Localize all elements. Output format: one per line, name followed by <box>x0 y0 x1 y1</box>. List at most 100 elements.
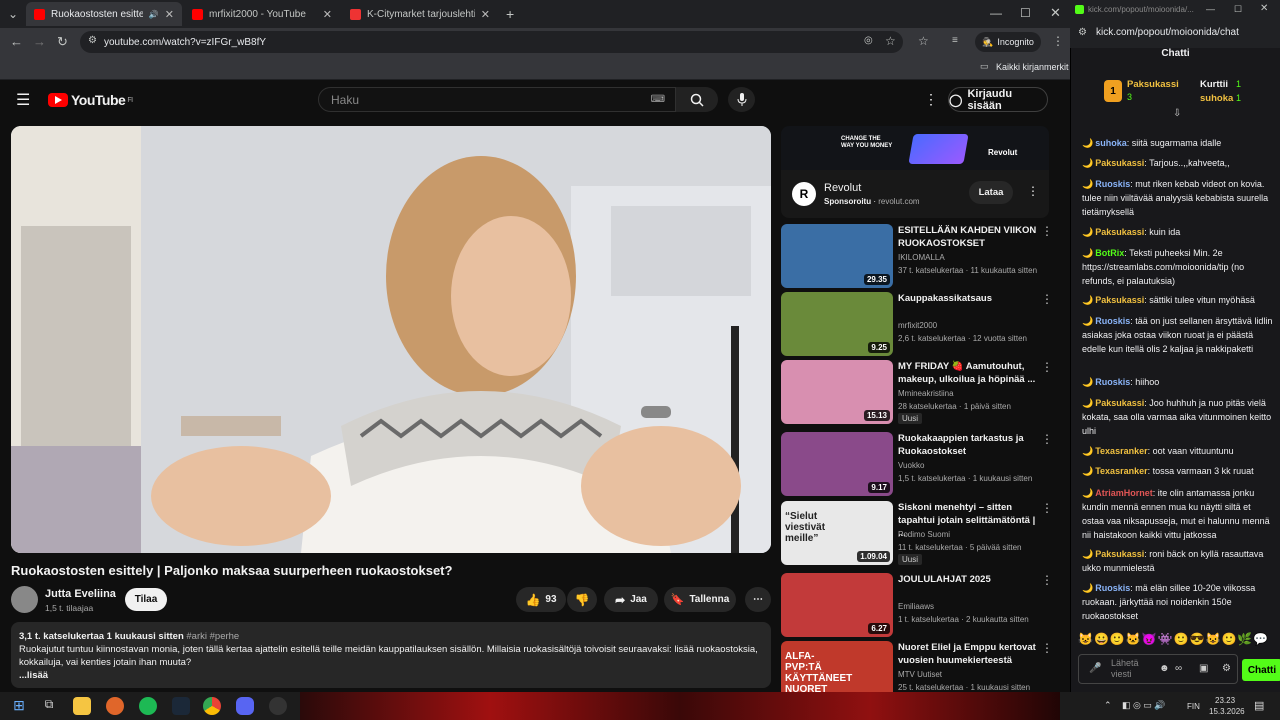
chat-close-icon[interactable]: ✕ <box>1260 3 1268 14</box>
recommended-menu-icon[interactable]: ⋮ <box>1041 641 1053 655</box>
tab-audio-icon[interactable]: 🔊 <box>149 10 159 19</box>
tab-close-icon[interactable]: ✕ <box>165 8 174 21</box>
chat-username[interactable]: Ruoskis <box>1095 316 1130 326</box>
recommended-video[interactable]: 6.27 JOULULAHJAT 2025 Emiliaaws 1 t. katsel… <box>781 573 1053 637</box>
emote-picker-icon[interactable]: ☻ <box>1159 663 1170 674</box>
firefox-icon[interactable] <box>106 697 124 715</box>
recommended-title[interactable]: Kauppakassikatsaus <box>898 292 1038 305</box>
chat-username[interactable]: Paksukassi <box>1095 549 1144 559</box>
ad-banner[interactable]: CHANGE THE WAY YOU MONEY Revolut <box>781 126 1049 170</box>
chat-maximize-icon[interactable]: ☐ <box>1234 4 1242 15</box>
minimize-icon[interactable]: — <box>990 6 1002 20</box>
chat-username[interactable]: AtriamHornet <box>1095 488 1153 498</box>
recommended-menu-icon[interactable]: ⋮ <box>1041 501 1053 515</box>
recommended-channel[interactable]: Mmineakristiina <box>898 389 954 398</box>
video-thumbnail[interactable]: 15.13 <box>781 360 893 424</box>
browser-tab[interactable]: Ruokaostosten esittely | Pa 🔊 ✕ <box>26 2 182 26</box>
recommended-title[interactable]: Ruokakaappien tarkastus ja Ruokaostokset <box>898 432 1038 458</box>
recommended-channel[interactable]: mrfixit2000 <box>898 321 937 330</box>
keyboard-icon[interactable]: ⌨ <box>651 94 665 105</box>
share-button[interactable]: ➦ Jaa <box>604 587 658 612</box>
ad-card[interactable]: R Revolut Sponsoroitu · revolut.com Lata… <box>781 170 1049 218</box>
leader-3-name[interactable]: suhoka <box>1200 93 1233 104</box>
description-tags[interactable]: #arki #perhe <box>186 631 239 642</box>
chat-username[interactable]: Paksukassi <box>1095 295 1144 305</box>
chat-minimize-icon[interactable]: — <box>1206 4 1215 14</box>
video-thumbnail[interactable]: 6.27 <box>781 573 893 637</box>
close-window-icon[interactable]: ✕ <box>1050 5 1061 21</box>
pin-icon[interactable]: ⇩ <box>1173 108 1181 119</box>
task-view-icon[interactable]: ⧉ <box>40 697 58 715</box>
tray-chevron-icon[interactable]: ⌃ <box>1104 700 1112 711</box>
start-icon[interactable]: ⊞ <box>10 697 28 715</box>
search-button[interactable] <box>676 87 718 112</box>
new-tab-icon[interactable]: + <box>506 6 514 22</box>
recommended-video[interactable]: “Sielut viestivät meille” 1.09.04 Siskoni … <box>781 501 1053 565</box>
language-indicator[interactable]: FIN <box>1187 702 1200 711</box>
more-actions-button[interactable]: ⋯ <box>745 587 771 612</box>
chat-settings-icon[interactable]: ⚙ <box>1078 27 1087 38</box>
emote-bar[interactable]: 😺😀🙂🐱😈👾🙂😎😺🙂🌿💬 <box>1078 632 1269 646</box>
file-explorer-icon[interactable] <box>73 697 91 715</box>
tab-close-icon[interactable]: ✕ <box>323 8 332 21</box>
sign-in-button[interactable]: ◯ Kirjaudu sisään <box>948 87 1048 112</box>
browser-tab[interactable]: K-Citymarket tarjouslehti ✕ <box>342 2 498 26</box>
obs-icon[interactable] <box>269 697 287 715</box>
recommended-menu-icon[interactable]: ⋮ <box>1041 432 1053 446</box>
leader-1-name[interactable]: Paksukassi <box>1127 79 1179 90</box>
url-field[interactable]: youtube.com/watch?v=zIFGr_wB8fY <box>80 31 903 53</box>
reading-list-icon[interactable]: ≡ <box>952 35 958 46</box>
mic-icon[interactable]: 🎤 <box>1089 663 1101 674</box>
voice-search-button[interactable] <box>728 87 755 112</box>
browser-menu-icon[interactable]: ⋮ <box>1052 34 1064 48</box>
chat-send-button[interactable]: Chatti <box>1242 659 1280 681</box>
gift-icon[interactable]: ▣ <box>1199 663 1208 674</box>
chat-username[interactable]: suhoka <box>1095 138 1127 148</box>
youtube-logo[interactable]: YouTube FI <box>48 92 133 108</box>
video-thumbnail[interactable]: 9.25 <box>781 292 893 356</box>
site-info-icon[interactable]: ⚙ <box>88 35 97 46</box>
recommended-channel[interactable]: Vuokko <box>898 461 924 470</box>
link-icon[interactable]: ∞ <box>1175 663 1182 674</box>
recommended-title[interactable]: ESITELLÄÄN KAHDEN VIIKON RUOKAOSTOKSET <box>898 224 1038 250</box>
notification-icon[interactable]: ▤ <box>1254 699 1264 712</box>
incognito-badge[interactable]: 🕵 Incognito <box>975 32 1041 52</box>
forward-icon[interactable]: → <box>33 34 46 49</box>
description-box[interactable]: 3,1 t. katselukertaa 1 kuukausi sitten #… <box>11 622 771 688</box>
chat-username[interactable]: Texasranker <box>1095 466 1147 476</box>
channel-avatar[interactable] <box>11 586 38 613</box>
chat-username[interactable]: Ruoskis <box>1095 179 1130 189</box>
spotify-icon[interactable] <box>139 697 157 715</box>
maximize-icon[interactable]: ☐ <box>1020 6 1031 20</box>
channel-name[interactable]: Jutta Eveliina <box>45 588 116 600</box>
extensions-icon[interactable]: ☆ <box>918 34 929 48</box>
ad-cta-button[interactable]: Lataa <box>969 181 1013 204</box>
tab-search-icon[interactable]: ⌄ <box>8 7 18 21</box>
recommended-menu-icon[interactable]: ⋮ <box>1041 360 1053 374</box>
dislike-button[interactable]: 👎 <box>567 587 597 612</box>
recommended-video[interactable]: 15.13 MY FRIDAY 🍓 Aamutouhut, makeup, ulk… <box>781 360 1053 424</box>
recommended-title[interactable]: Nuoret Eliel ja Emppu kertovat vuosien h… <box>898 641 1038 667</box>
recommended-video[interactable]: 9.25 Kauppakassikatsaus mrfixit2000 2,6 t. … <box>781 292 1053 356</box>
tab-close-icon[interactable]: ✕ <box>481 8 490 21</box>
video-thumbnail[interactable]: 9.17 <box>781 432 893 496</box>
video-thumbnail[interactable]: “Sielut viestivät meille” 1.09.04 <box>781 501 893 565</box>
chat-username[interactable]: Texasranker <box>1095 446 1147 456</box>
clock-date[interactable]: 15.3.2026 <box>1209 707 1245 716</box>
recommended-title[interactable]: JOULULAHJAT 2025 <box>898 573 1038 586</box>
leader-2-name[interactable]: Kurttii <box>1200 79 1228 90</box>
subscribe-button[interactable]: Tilaa <box>125 588 167 611</box>
chat-settings-gear-icon[interactable]: ⚙ <box>1222 663 1231 674</box>
chat-username[interactable]: Paksukassi <box>1095 158 1144 168</box>
back-icon[interactable]: ← <box>10 34 23 49</box>
recommended-channel[interactable]: MTV Uutiset <box>898 670 942 679</box>
recommended-channel[interactable]: IKILOMALLA <box>898 253 945 262</box>
hamburger-menu-icon[interactable]: ☰ <box>16 90 30 110</box>
description-more-link[interactable]: ...lisää <box>19 669 763 682</box>
browser-tab[interactable]: mrfixit2000 - YouTube ✕ <box>184 2 340 26</box>
chat-username[interactable]: Paksukassi <box>1095 227 1144 237</box>
recommended-menu-icon[interactable]: ⋮ <box>1041 573 1053 587</box>
recommended-video[interactable]: 9.17 Ruokakaappien tarkastus ja Ruokaosto… <box>781 432 1053 496</box>
chat-username[interactable]: Paksukassi <box>1095 398 1144 408</box>
ad-menu-icon[interactable]: ⋮ <box>1027 184 1039 198</box>
